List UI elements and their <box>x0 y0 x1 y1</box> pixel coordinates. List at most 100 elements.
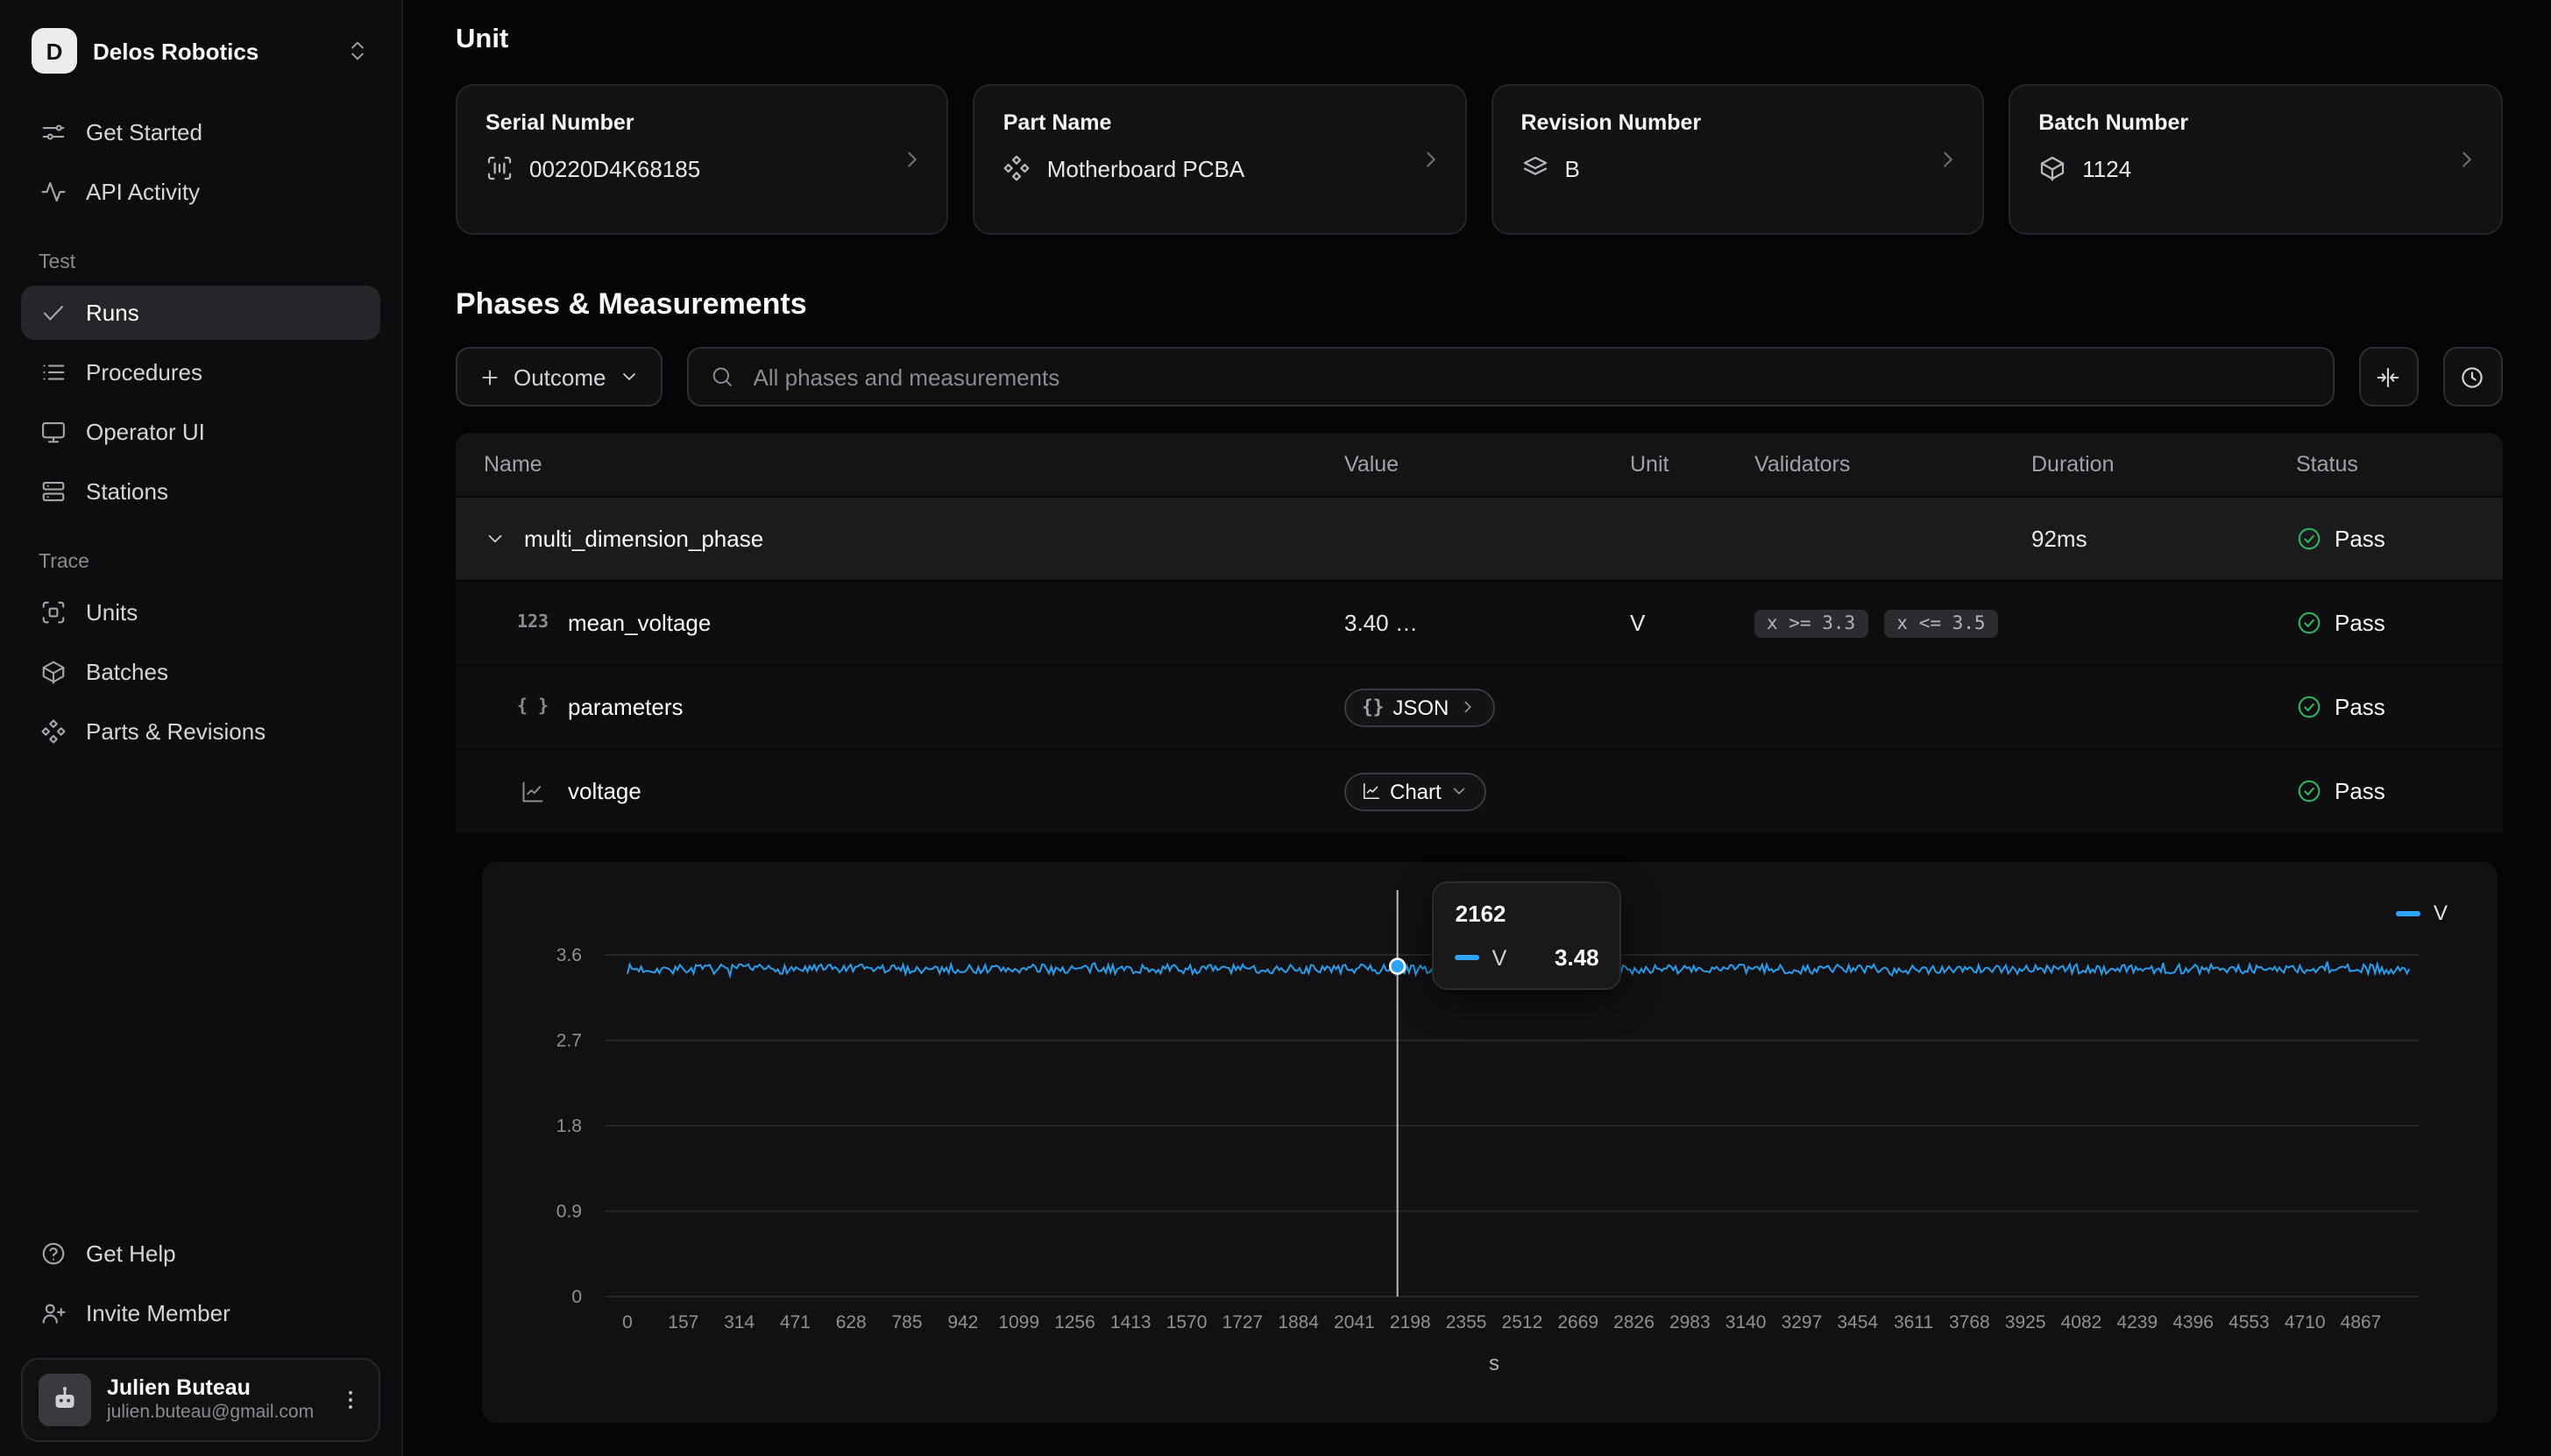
sidebar-item-get-help[interactable]: Get Help <box>21 1226 380 1281</box>
chart-toggle-pill[interactable]: Chart <box>1344 772 1487 810</box>
phases-search[interactable] <box>687 347 2335 406</box>
workspace-name: Delos Robotics <box>93 38 259 64</box>
user-name: Julien Buteau <box>107 1375 314 1402</box>
sidebar-item-procedures[interactable]: Procedures <box>21 345 380 399</box>
part-name-card[interactable]: Part Name Motherboard PCBA <box>974 84 1467 235</box>
svg-text:1570: 1570 <box>1166 1312 1208 1332</box>
svg-text:314: 314 <box>724 1312 755 1332</box>
workspace-avatar: D <box>32 28 77 74</box>
circle-check-icon <box>2296 778 2322 804</box>
validator-chip: x >= 3.3 <box>1754 610 1867 638</box>
svg-text:785: 785 <box>892 1312 923 1332</box>
outcome-filter-label: Outcome <box>514 364 606 390</box>
line-chart-icon <box>515 779 550 803</box>
validator-chip: x <= 3.5 <box>1884 610 1997 638</box>
svg-text:2512: 2512 <box>1502 1312 1543 1332</box>
component-icon <box>1003 154 1031 182</box>
sidebar-item-label: Runs <box>86 300 139 326</box>
user-plus-icon <box>39 1300 67 1326</box>
workspace-switcher[interactable]: D Delos Robotics <box>21 21 380 81</box>
sidebar-item-units[interactable]: Units <box>21 585 380 640</box>
sidebar-item-api-activity[interactable]: API Activity <box>21 165 380 219</box>
numeric-icon: 123 <box>515 613 550 633</box>
svg-text:157: 157 <box>668 1312 698 1332</box>
user-menu[interactable]: Julien Buteau julien.buteau@gmail.com <box>21 1358 380 1442</box>
measurement-name: voltage <box>568 778 641 804</box>
svg-text:1727: 1727 <box>1222 1312 1264 1332</box>
chevron-right-icon <box>1418 146 1444 173</box>
help-circle-icon <box>39 1240 67 1267</box>
sidebar-item-stations[interactable]: Stations <box>21 464 380 519</box>
svg-text:3611: 3611 <box>1894 1312 1933 1332</box>
chart-legend[interactable]: V <box>2397 901 2448 925</box>
chevron-down-icon[interactable] <box>484 527 507 550</box>
sidebar-item-get-started[interactable]: Get Started <box>21 105 380 159</box>
check-icon <box>39 300 67 326</box>
status-badge: Pass <box>2296 526 2502 552</box>
svg-text:2198: 2198 <box>1390 1312 1431 1332</box>
braces-icon: { } <box>515 697 550 717</box>
kebab-menu-icon[interactable] <box>338 1388 363 1412</box>
chart-tooltip: 2162 V 3.48 <box>1433 881 1622 990</box>
unit-cards: Serial Number 00220D4K68185 Part Name <box>456 84 2502 235</box>
sidebar-item-label: Get Help <box>86 1240 176 1267</box>
col-status: Status <box>2296 452 2502 477</box>
svg-text:3768: 3768 <box>1949 1312 1990 1332</box>
sidebar-item-invite-member[interactable]: Invite Member <box>21 1286 380 1340</box>
status-label: Pass <box>2335 694 2385 720</box>
table-row-voltage[interactable]: voltage Chart <box>456 748 2502 832</box>
activity-icon <box>39 179 67 205</box>
package-icon <box>39 659 67 685</box>
phases-toolbar: Outcome <box>456 347 2502 406</box>
card-value: 1124 <box>2082 155 2131 181</box>
svg-text:628: 628 <box>836 1312 867 1332</box>
line-chart-icon <box>1362 781 1381 801</box>
card-label: Batch Number <box>2038 110 2472 135</box>
svg-text:3297: 3297 <box>1782 1312 1823 1332</box>
outcome-filter-button[interactable]: Outcome <box>456 347 663 406</box>
monitor-icon <box>39 419 67 445</box>
sidebar-item-operator-ui[interactable]: Operator UI <box>21 405 380 459</box>
measurement-name: parameters <box>568 694 684 720</box>
svg-text:3925: 3925 <box>2005 1312 2046 1332</box>
main-content: Unit Serial Number 00220D4K68185 Part Na… <box>403 0 2551 1456</box>
svg-text:4396: 4396 <box>2172 1312 2214 1332</box>
plus-icon <box>478 365 501 388</box>
json-expand-pill[interactable]: {} JSON <box>1344 688 1494 726</box>
history-button[interactable] <box>2442 347 2502 406</box>
sidebar-item-runs[interactable]: Runs <box>21 286 380 340</box>
svg-text:4867: 4867 <box>2341 1312 2382 1332</box>
circle-check-icon <box>2296 526 2322 552</box>
col-name: Name <box>484 452 1344 477</box>
page-title: Unit <box>456 25 2502 56</box>
revision-number-card[interactable]: Revision Number B <box>1492 84 1985 235</box>
sidebar-item-label: Parts & Revisions <box>86 718 266 745</box>
phases-search-input[interactable] <box>750 362 2312 392</box>
sidebar-item-batches[interactable]: Batches <box>21 645 380 699</box>
svg-text:s: s <box>1489 1352 1499 1375</box>
status-label: Pass <box>2335 526 2385 552</box>
status-label: Pass <box>2335 610 2385 636</box>
sidebar-item-label: API Activity <box>86 179 200 205</box>
table-row-parameters[interactable]: { } parameters {} JSON <box>456 664 2502 748</box>
legend-series-label: V <box>2434 901 2448 925</box>
sidebar-item-parts-revisions[interactable]: Parts & Revisions <box>21 704 380 759</box>
tooltip-series-dash <box>1456 955 1480 960</box>
phase-name: multi_dimension_phase <box>524 526 763 552</box>
sidebar-section-trace: Trace <box>39 552 380 573</box>
sliders-icon <box>39 119 67 145</box>
serial-number-card[interactable]: Serial Number 00220D4K68185 <box>456 84 949 235</box>
sidebar-item-label: Batches <box>86 659 168 685</box>
svg-text:3454: 3454 <box>1837 1312 1878 1332</box>
sidebar-item-label: Stations <box>86 478 168 505</box>
table-row-phase[interactable]: multi_dimension_phase 92ms Pass <box>456 496 2502 580</box>
card-label: Part Name <box>1003 110 1437 135</box>
voltage-chart-panel[interactable]: 3.62.71.80.90015731447162878594210991256… <box>482 862 2497 1423</box>
chevron-down-icon <box>1450 781 1470 801</box>
measurement-name: mean_voltage <box>568 610 711 636</box>
list-icon <box>39 359 67 385</box>
measurement-value: 3.40 … <box>1344 610 1630 636</box>
fit-columns-button[interactable] <box>2358 347 2418 406</box>
batch-number-card[interactable]: Batch Number 1124 <box>2009 84 2502 235</box>
table-row-mean-voltage[interactable]: 123 mean_voltage 3.40 … V x >= 3.3 x <= … <box>456 580 2502 664</box>
